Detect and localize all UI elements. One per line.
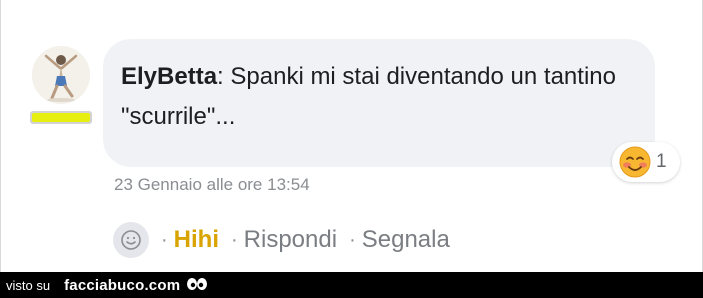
reply-button[interactable]: Rispondi	[244, 226, 337, 254]
action-separator: ·	[231, 228, 238, 251]
comment-frame: ElyBetta: Spanki mi stai diventando un t…	[0, 0, 703, 272]
avatar-image	[32, 46, 90, 104]
blushing-smile-emoji-icon	[619, 146, 651, 178]
comment-bubble: ElyBetta: Spanki mi stai diventando un t…	[103, 39, 655, 167]
hihi-button[interactable]: Hihi	[174, 226, 219, 254]
comment-actions: · Hihi · Rispondi · Segnala	[113, 222, 450, 258]
comment-body: ElyBetta: Spanki mi stai diventando un t…	[121, 57, 621, 137]
action-separator: ·	[349, 228, 356, 251]
reaction-summary[interactable]: 1	[612, 142, 680, 182]
comment-author[interactable]: ElyBetta	[121, 63, 217, 90]
user-level-badge	[30, 111, 92, 124]
comment-timestamp[interactable]: 23 Gennaio alle ore 13:54	[114, 175, 310, 195]
frame-border-left	[0, 0, 1, 272]
watermark-prefix: visto su	[6, 277, 51, 293]
author-separator: :	[217, 63, 224, 90]
eyes-logo-icon	[186, 277, 208, 293]
user-level-fill	[32, 113, 90, 122]
avatar[interactable]	[32, 46, 90, 104]
smiley-outline-icon	[121, 230, 141, 250]
action-separator: ·	[161, 228, 168, 251]
reaction-count: 1	[656, 151, 667, 172]
watermark-site: facciabuco.com	[64, 276, 181, 294]
watermark-bar: visto su facciabuco.com	[0, 272, 703, 298]
add-reaction-button[interactable]	[113, 222, 149, 258]
report-button[interactable]: Segnala	[362, 226, 450, 254]
